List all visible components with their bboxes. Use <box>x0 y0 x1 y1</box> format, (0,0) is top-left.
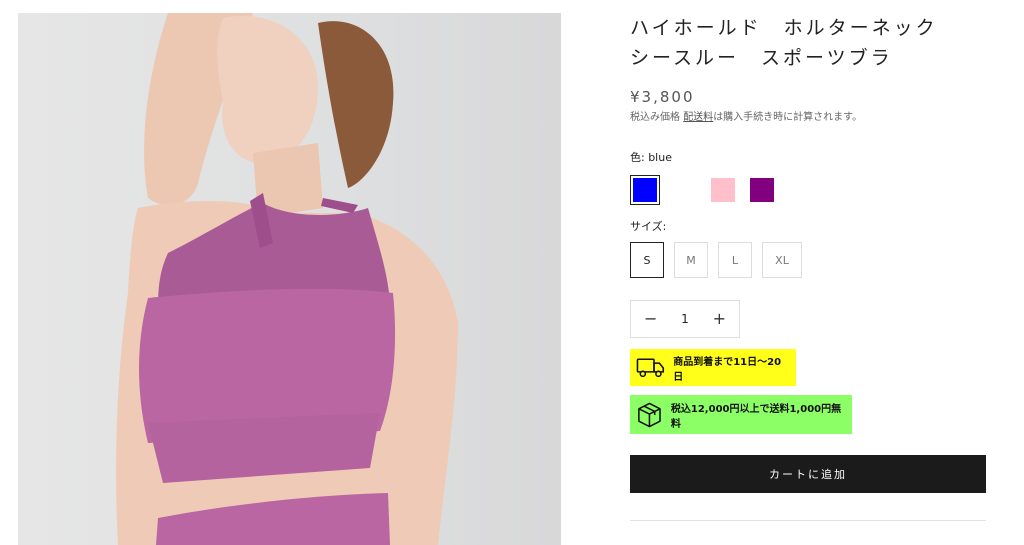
size-m-button[interactable]: M <box>674 242 708 278</box>
package-icon <box>638 402 661 427</box>
product-photo <box>116 13 458 545</box>
product-image[interactable] <box>18 13 561 545</box>
tax-suffix: は購入手続き時に計算されます。 <box>713 112 863 123</box>
size-s-button[interactable]: S <box>630 242 664 278</box>
truck-icon <box>636 357 665 377</box>
size-options: S M L XL <box>630 242 986 278</box>
delivery-badge: 商品到着まで11日〜20日 <box>630 349 796 386</box>
swatch-purple[interactable] <box>750 178 774 202</box>
swatch-white[interactable] <box>672 178 696 202</box>
shipping-badge: 税込12,000円以上で送料1,000円無料 <box>630 395 852 434</box>
shipping-link[interactable]: 配送料 <box>683 112 713 123</box>
title-line-2: シースルー スポーツブラ <box>630 47 893 69</box>
swatch-blue[interactable] <box>630 175 660 205</box>
quantity-plus-button[interactable]: + <box>713 311 726 327</box>
tax-prefix: 税込み価格 <box>630 112 684 123</box>
size-l-button[interactable]: L <box>718 242 752 278</box>
product-info: ハイホールド ホルターネック シースルー スポーツブラ ¥3,800 税込み価格… <box>630 13 986 521</box>
size-xl-button[interactable]: XL <box>762 242 802 278</box>
size-label: サイズ: <box>630 220 667 233</box>
swatch-pink[interactable] <box>711 178 735 202</box>
tax-note: 税込み価格 配送料は購入手続き時に計算されます。 <box>630 108 986 123</box>
product-title: ハイホールド ホルターネック シースルー スポーツブラ <box>630 13 986 73</box>
title-line-1: ハイホールド ホルターネック <box>630 17 938 39</box>
shipping-text: 税込12,000円以上で送料1,000円無料 <box>670 403 842 430</box>
quantity-minus-button[interactable]: − <box>644 311 657 327</box>
quantity-stepper: − 1 + <box>630 300 740 338</box>
color-swatches <box>630 175 986 205</box>
divider <box>630 520 986 521</box>
quantity-value[interactable]: 1 <box>681 312 689 326</box>
delivery-text: 商品到着まで11日〜20日 <box>673 356 782 383</box>
color-label: 色: blue <box>630 151 672 164</box>
add-to-cart-button[interactable]: カートに追加 <box>630 455 986 493</box>
product-price: ¥3,800 <box>630 88 695 106</box>
